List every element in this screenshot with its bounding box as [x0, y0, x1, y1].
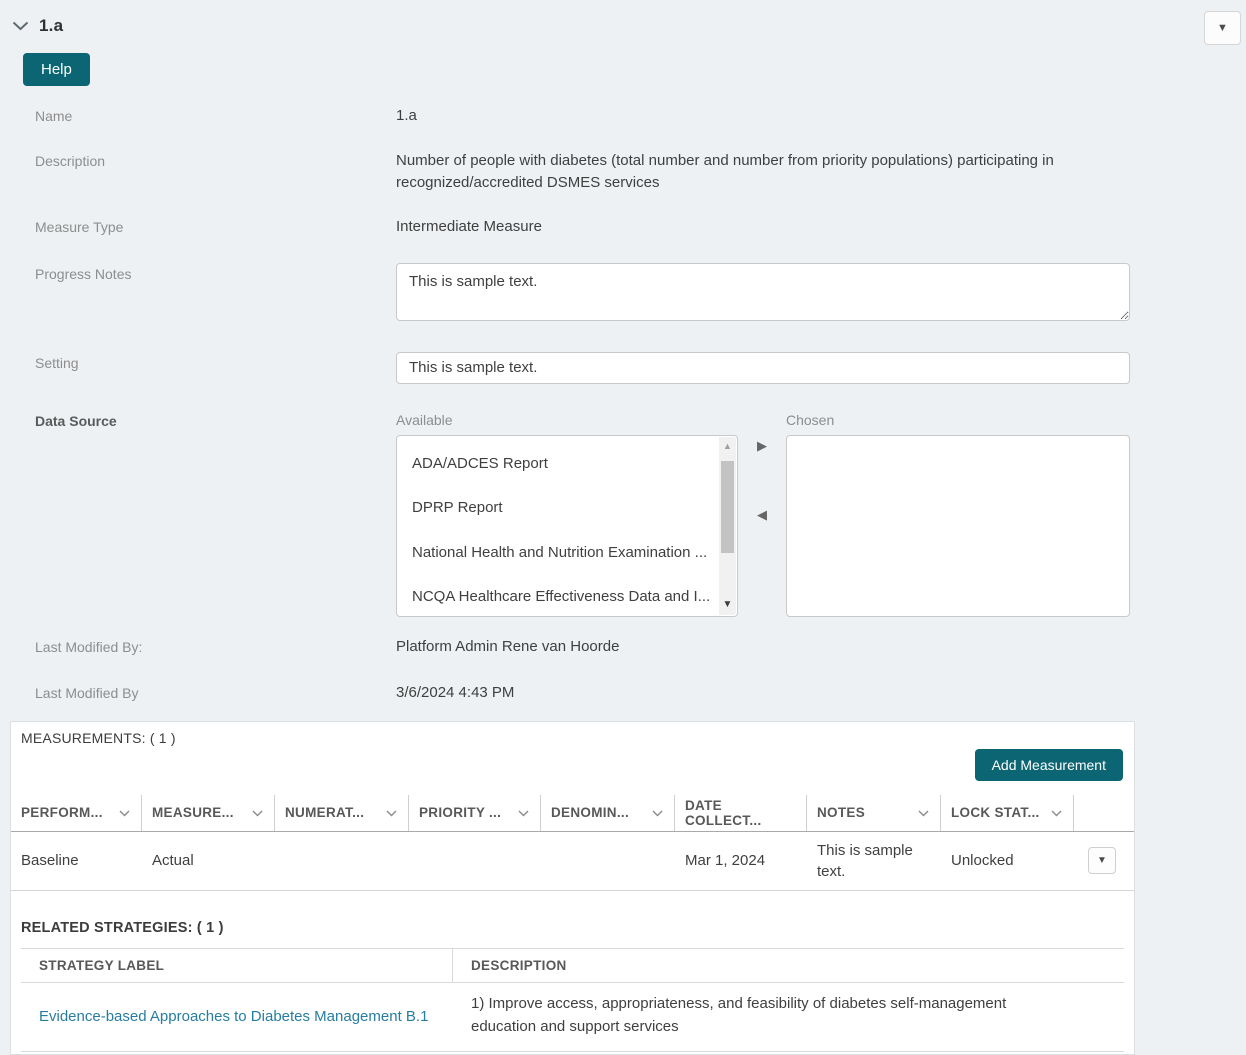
measurement-row: Baseline Actual Mar 1, 2024 This is samp… [11, 832, 1134, 891]
section-header: 1.a [0, 0, 1246, 36]
triangle-down-icon: ▼ [1217, 22, 1228, 34]
move-right-button[interactable]: ▶ [757, 438, 767, 454]
details-panel: MEASUREMENTS: ( 1 ) Add Measurement PERF… [10, 721, 1135, 1055]
available-option[interactable]: NCQA Healthcare Effectiveness Data and I… [397, 575, 737, 617]
triangle-right-icon: ▶ [757, 438, 767, 453]
chevron-down-icon [119, 805, 130, 820]
add-measurement-button[interactable]: Add Measurement [975, 749, 1123, 781]
triangle-left-icon: ◀ [757, 507, 767, 522]
available-option[interactable]: DPRP Report [397, 486, 737, 531]
column-header-performance[interactable]: PERFORM... [11, 795, 142, 831]
column-header-priority[interactable]: PRIORITY ... [409, 795, 541, 831]
form-row-progress-notes: Progress Notes This is sample text. [35, 263, 1130, 329]
column-header-actions [1074, 795, 1134, 831]
column-header-description: DESCRIPTION [453, 949, 1124, 982]
related-strategies-header: STRATEGY LABEL DESCRIPTION [21, 948, 1124, 983]
help-button[interactable]: Help [23, 53, 90, 86]
listbox-scrollbar[interactable]: ▲ ▼ [719, 437, 736, 615]
strategy-row: Evidence-based Approaches to Diabetes Ma… [21, 983, 1124, 1053]
column-header-notes[interactable]: NOTES [807, 795, 941, 831]
chevron-down-icon [652, 805, 663, 820]
denominator-cell [541, 853, 675, 869]
form-row-last-modified-by: Last Modified By: Platform Admin Rene va… [35, 636, 1130, 659]
row-actions-cell: ▼ [1074, 839, 1134, 882]
last-modified-by-label: Last Modified By: [35, 636, 396, 659]
form-row-last-modified-date: Last Modified By 3/6/2024 4:43 PM [35, 682, 1130, 705]
form-row-description: Description Number of people with diabet… [35, 150, 1130, 195]
measure-type-label: Measure Type [35, 216, 396, 239]
chosen-label: Chosen [786, 410, 1130, 431]
setting-input[interactable] [396, 352, 1130, 384]
measure-type-value: Intermediate Measure [396, 216, 1130, 239]
chevron-down-icon [518, 805, 529, 820]
data-source-label: Data Source [35, 410, 396, 617]
progress-notes-label: Progress Notes [35, 263, 396, 329]
numerator-cell [275, 853, 409, 869]
available-listbox[interactable]: ADA/ADCES Report DPRP Report National He… [396, 435, 738, 617]
progress-notes-input[interactable]: This is sample text. [396, 263, 1130, 321]
date-collected-cell: Mar 1, 2024 [675, 842, 807, 879]
form-row-name: Name 1.a [35, 105, 1130, 128]
measure-cell: Actual [142, 842, 275, 879]
available-option[interactable]: ADA/ADCES Report [397, 442, 737, 487]
column-header-denominator[interactable]: DENOMIN... [541, 795, 675, 831]
row-menu-button[interactable]: ▼ [1088, 847, 1116, 874]
measurements-table-header: PERFORM... MEASURE... NUMERAT... PRIORIT… [11, 795, 1134, 832]
form-row-setting: Setting [35, 352, 1130, 384]
related-strategies-title: RELATED STRATEGIES: ( 1 ) [21, 920, 1134, 936]
lock-status-cell: Unlocked [941, 842, 1074, 879]
scroll-up-icon[interactable]: ▲ [719, 440, 736, 454]
last-modified-date-label: Last Modified By [35, 682, 396, 705]
chevron-down-icon [918, 805, 929, 820]
last-modified-by-value: Platform Admin Rene van Hoorde [396, 636, 1130, 659]
triangle-down-icon: ▼ [1097, 855, 1107, 866]
description-value: Number of people with diabetes (total nu… [396, 150, 1130, 195]
form-row-measure-type: Measure Type Intermediate Measure [35, 216, 1130, 239]
available-label: Available [396, 410, 738, 431]
move-left-button[interactable]: ◀ [757, 507, 767, 523]
name-value: 1.a [396, 105, 1130, 128]
last-modified-date-value: 3/6/2024 4:43 PM [396, 682, 1130, 705]
collapse-toggle[interactable] [12, 19, 29, 34]
priority-cell [409, 853, 541, 869]
scrollbar-thumb[interactable] [721, 461, 734, 553]
column-header-lock-status[interactable]: LOCK STAT... [941, 795, 1074, 831]
description-label: Description [35, 150, 396, 195]
column-header-date-collected[interactable]: DATE COLLECT... [675, 795, 807, 831]
chevron-down-icon [386, 805, 397, 820]
section-menu-button[interactable]: ▼ [1204, 11, 1241, 45]
column-header-strategy-label: STRATEGY LABEL [21, 949, 453, 982]
column-header-numerator[interactable]: NUMERAT... [275, 795, 409, 831]
measurements-title: MEASUREMENTS: ( 1 ) [21, 730, 1134, 746]
related-strategies-table: STRATEGY LABEL DESCRIPTION Evidence-base… [21, 948, 1124, 1053]
measurements-table: PERFORM... MEASURE... NUMERAT... PRIORIT… [11, 795, 1134, 891]
notes-cell: This is sample text. [807, 832, 941, 890]
chevron-down-icon [1051, 805, 1062, 820]
chosen-listbox[interactable] [786, 435, 1130, 617]
form-row-data-source: Data Source Available ADA/ADCES Report D… [35, 410, 1130, 617]
chevron-down-icon [252, 805, 263, 820]
measure-detail-page: 1.a ▼ Help Name 1.a Description Number o… [0, 0, 1246, 1055]
setting-label: Setting [35, 352, 396, 384]
page-title: 1.a [39, 16, 63, 36]
available-option[interactable]: National Health and Nutrition Examinatio… [397, 531, 737, 576]
column-header-measure[interactable]: MEASURE... [142, 795, 275, 831]
scroll-down-icon[interactable]: ▼ [719, 597, 736, 612]
measure-form: Name 1.a Description Number of people wi… [0, 105, 1246, 705]
chevron-down-icon [12, 19, 29, 34]
name-label: Name [35, 105, 396, 128]
performance-cell: Baseline [11, 842, 142, 879]
